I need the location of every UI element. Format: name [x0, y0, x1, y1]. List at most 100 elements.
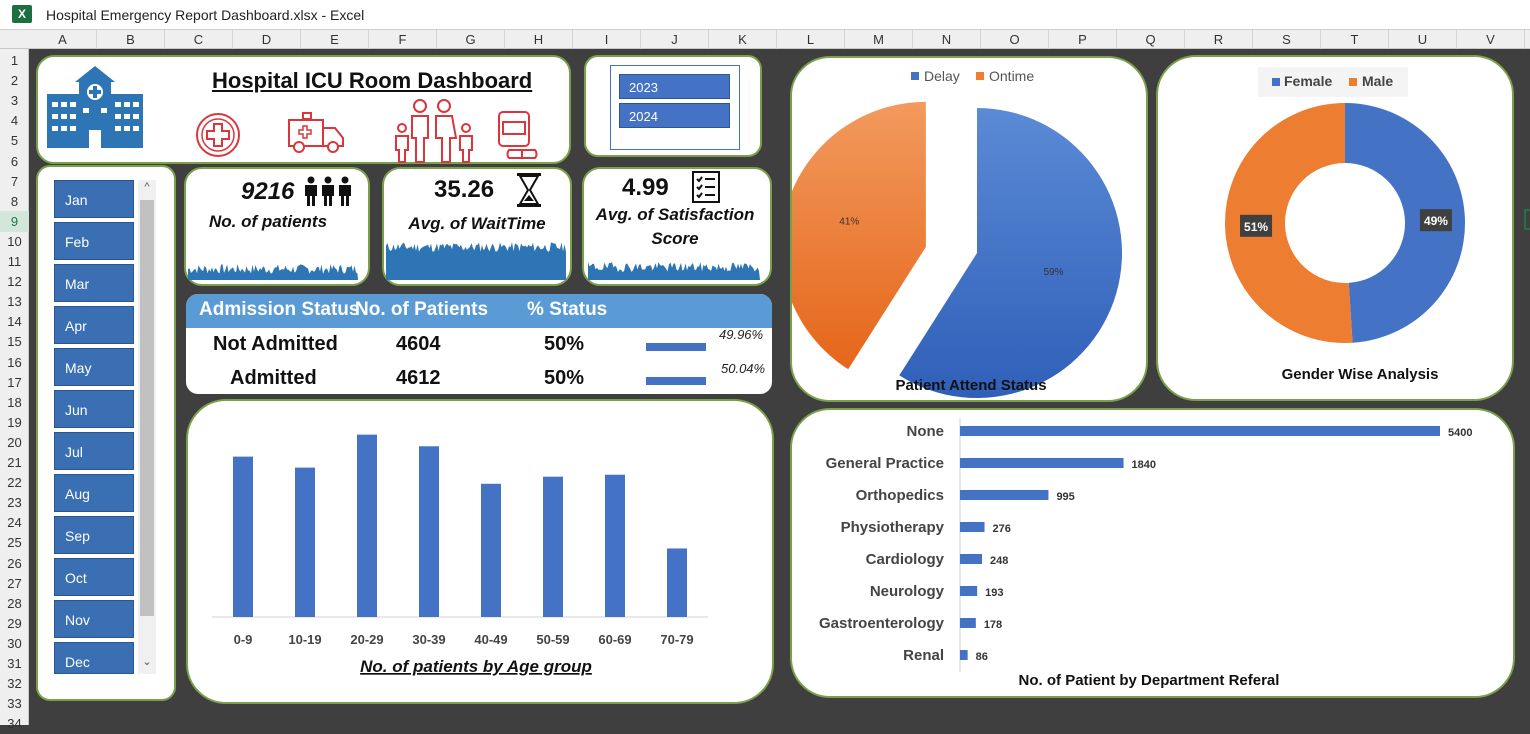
row-header[interactable]: 9: [0, 210, 29, 232]
column-header[interactable]: M: [845, 30, 913, 49]
scroll-down-icon[interactable]: ⌄: [140, 655, 154, 671]
row-header[interactable]: 6: [0, 151, 29, 172]
row-header[interactable]: 33: [0, 693, 29, 714]
row-count: 4612: [396, 367, 441, 389]
row-header[interactable]: 12: [0, 271, 29, 292]
year-2023[interactable]: 2023: [619, 74, 730, 99]
referral-bar: [960, 458, 1124, 468]
month-mar[interactable]: Mar: [54, 264, 134, 302]
row-header[interactable]: 24: [0, 512, 29, 533]
row-status: Not Admitted: [213, 333, 338, 355]
referral-category-label: Orthopedics: [856, 487, 944, 504]
row-header[interactable]: 30: [0, 633, 29, 654]
age-bar: [667, 548, 687, 617]
row-header[interactable]: 34: [0, 713, 29, 734]
row-header[interactable]: 2: [0, 70, 29, 91]
column-header[interactable]: K: [709, 30, 777, 49]
age-bar: [605, 474, 625, 617]
column-header[interactable]: D: [233, 30, 301, 49]
age-group-chart: 0-9 10-19 20-29 30-39 40-49 50-59 60-69 70-79 No…: [212, 434, 708, 676]
column-header[interactable]: L: [777, 30, 845, 49]
column-header[interactable]: B: [97, 30, 165, 49]
column-header[interactable]: T: [1321, 30, 1389, 49]
row-header[interactable]: 27: [0, 573, 29, 594]
dashboard-title: Hospital ICU Room Dashboard: [212, 68, 533, 93]
month-jan[interactable]: Jan: [54, 180, 134, 218]
row-header[interactable]: 32: [0, 673, 29, 694]
row-header[interactable]: 5: [0, 130, 29, 151]
month-sep[interactable]: Sep: [54, 516, 134, 554]
hospital-icon: [47, 66, 143, 148]
column-header[interactable]: P: [1049, 30, 1117, 49]
month-nov[interactable]: Nov: [54, 600, 134, 638]
row-header[interactable]: 14: [0, 311, 29, 332]
age-bar: [295, 467, 315, 617]
row-header[interactable]: 19: [0, 412, 29, 433]
sparkline-area: [386, 242, 566, 280]
legend-swatch-male: [1349, 78, 1357, 86]
column-header[interactable]: J: [641, 30, 709, 49]
pie-slice-ontime: [792, 101, 926, 370]
row-headers: 1 2 3 4 5 6 7 8 9 10 11 12 13 14 15 16 17 18 19 20 21 22 23 24 2…: [0, 49, 29, 731]
cell-cursor[interactable]: [1524, 209, 1530, 230]
column-header[interactable]: O: [981, 30, 1049, 49]
row-header[interactable]: 29: [0, 613, 29, 634]
row-header[interactable]: 31: [0, 653, 29, 674]
column-header[interactable]: U: [1389, 30, 1457, 49]
age-tick-label: 50-59: [536, 632, 569, 647]
scroll-up-icon[interactable]: ^: [140, 181, 154, 197]
row-header[interactable]: 10: [0, 231, 29, 252]
year-2024[interactable]: 2024: [619, 103, 730, 128]
row-header[interactable]: 4: [0, 110, 29, 131]
month-dec[interactable]: Dec: [54, 642, 134, 674]
referral-value-label: 995: [1056, 491, 1074, 503]
row-header[interactable]: 11: [0, 251, 29, 272]
row-header[interactable]: 8: [0, 191, 29, 212]
row-header[interactable]: 15: [0, 331, 29, 352]
row-header[interactable]: 22: [0, 472, 29, 493]
row-header[interactable]: 28: [0, 593, 29, 614]
column-header[interactable]: V: [1457, 30, 1525, 49]
column-header[interactable]: E: [301, 30, 369, 49]
row-header[interactable]: 26: [0, 553, 29, 574]
row-header[interactable]: 23: [0, 492, 29, 513]
row-header[interactable]: 18: [0, 392, 29, 413]
row-header[interactable]: 16: [0, 352, 29, 373]
month-aug[interactable]: Aug: [54, 474, 134, 512]
row-header[interactable]: 13: [0, 291, 29, 312]
column-header[interactable]: Q: [1117, 30, 1185, 49]
age-chart-title: No. of patients by Age group: [360, 657, 592, 676]
month-may[interactable]: May: [54, 348, 134, 386]
month-feb[interactable]: Feb: [54, 222, 134, 260]
row-header[interactable]: 3: [0, 90, 29, 111]
referral-category-label: None: [907, 423, 945, 440]
window-title: Hospital Emergency Report Dashboard.xlsx…: [46, 7, 365, 23]
column-header[interactable]: N: [913, 30, 981, 49]
age-tick-label: 10-19: [288, 632, 321, 647]
month-apr[interactable]: Apr: [54, 306, 134, 344]
column-header[interactable]: I: [573, 30, 641, 49]
column-header[interactable]: R: [1185, 30, 1253, 49]
row-header[interactable]: 17: [0, 372, 29, 393]
row-header[interactable]: 25: [0, 532, 29, 553]
row-header[interactable]: 7: [0, 171, 29, 192]
row-header[interactable]: 1: [0, 50, 29, 71]
column-header[interactable]: S: [1253, 30, 1321, 49]
age-tick-label: 70-79: [660, 632, 693, 647]
legend-male: Male: [1362, 73, 1393, 89]
month-jun[interactable]: Jun: [54, 390, 134, 428]
scrollbar-thumb[interactable]: [140, 200, 154, 616]
month-oct[interactable]: Oct: [54, 558, 134, 596]
column-header[interactable]: H: [505, 30, 573, 49]
referral-bar: [960, 586, 978, 596]
column-header[interactable]: F: [369, 30, 437, 49]
row-header[interactable]: 20: [0, 432, 29, 453]
row-header[interactable]: 21: [0, 452, 29, 473]
column-header[interactable]: A: [29, 30, 97, 49]
family-icon: [395, 99, 473, 163]
month-jul[interactable]: Jul: [54, 432, 134, 470]
age-tick-label: 0-9: [234, 632, 253, 647]
column-header[interactable]: C: [165, 30, 233, 49]
col-header-pct: % Status: [527, 299, 608, 320]
column-header[interactable]: G: [437, 30, 505, 49]
